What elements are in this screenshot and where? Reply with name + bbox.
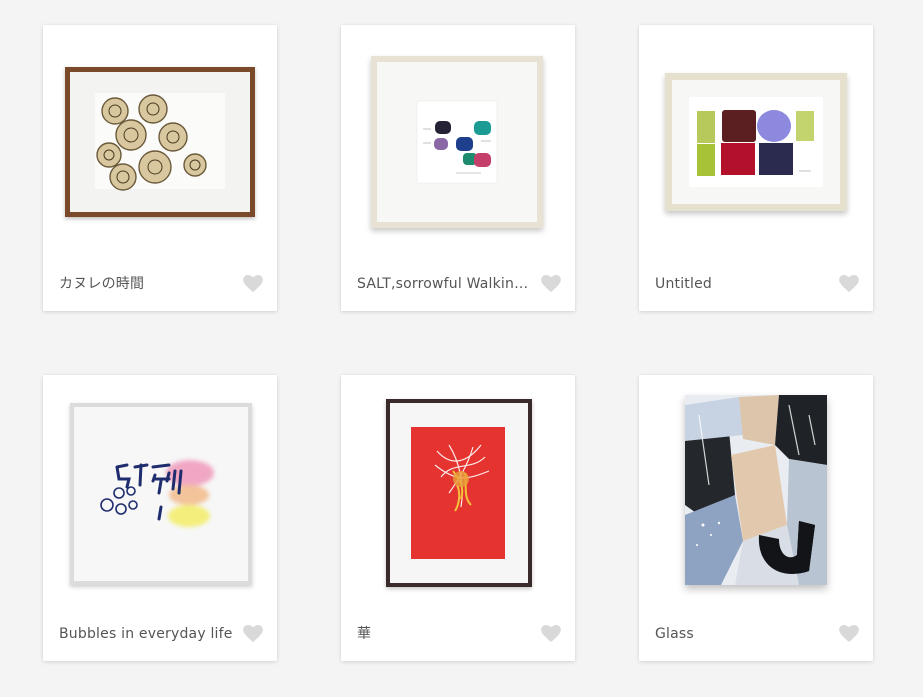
artwork-thumbnail[interactable] (341, 375, 575, 607)
artwork-card[interactable]: Bubbles in everyday life (43, 375, 277, 661)
artwork-thumbnail[interactable] (43, 25, 277, 257)
artwork-title[interactable]: Untitled (655, 275, 831, 293)
heart-icon[interactable] (243, 275, 263, 293)
artwork-card[interactable]: Untitled (639, 25, 873, 311)
artwork-title[interactable]: カヌレの時間 (59, 275, 235, 293)
artwork-title[interactable]: 華 (357, 625, 533, 643)
heart-icon[interactable] (541, 275, 561, 293)
artwork-thumbnail[interactable] (341, 25, 575, 257)
card-caption: Bubbles in everyday life (43, 607, 277, 661)
artwork-thumbnail[interactable] (43, 375, 277, 607)
card-caption: Untitled (639, 257, 873, 311)
card-caption: 華 (341, 607, 575, 661)
artwork-title[interactable]: Glass (655, 625, 831, 643)
artwork-title[interactable]: SALT,sorrowful Walking… (357, 275, 533, 293)
artwork-thumbnail[interactable] (639, 25, 873, 257)
artwork-title[interactable]: Bubbles in everyday life (59, 625, 235, 643)
artwork-card[interactable]: 華 (341, 375, 575, 661)
heart-icon[interactable] (839, 625, 859, 643)
artwork-thumbnail[interactable] (639, 375, 873, 607)
heart-icon[interactable] (839, 275, 859, 293)
artwork-card[interactable]: SALT,sorrowful Walking… (341, 25, 575, 311)
card-caption: SALT,sorrowful Walking… (341, 257, 575, 311)
artwork-card[interactable]: Glass (639, 375, 873, 661)
heart-icon[interactable] (541, 625, 561, 643)
heart-icon[interactable] (243, 625, 263, 643)
card-caption: カヌレの時間 (43, 257, 277, 311)
card-caption: Glass (639, 607, 873, 661)
artwork-card[interactable]: カヌレの時間 (43, 25, 277, 311)
